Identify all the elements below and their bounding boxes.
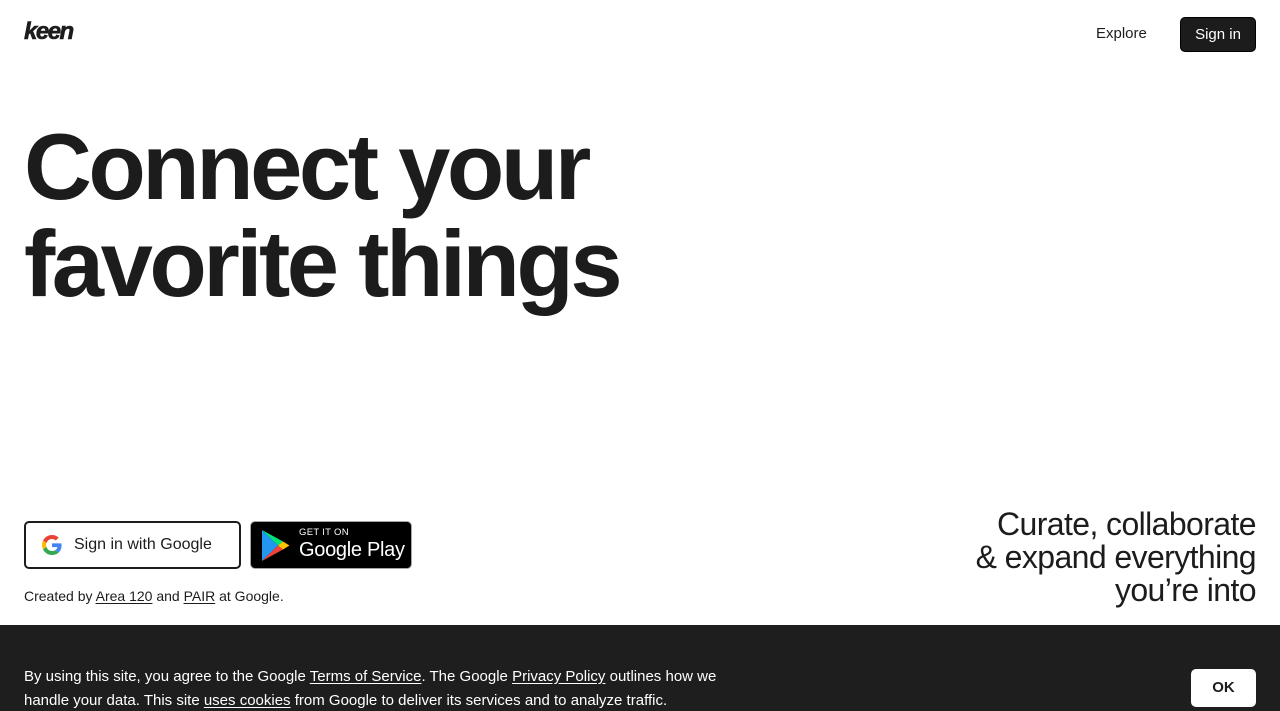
tagline-line-3: you’re into: [1114, 572, 1257, 608]
cookie-text-part-2: . The Google: [421, 668, 508, 685]
credits-suffix: at Google.: [219, 588, 284, 604]
explore-link[interactable]: Explore: [1086, 17, 1157, 51]
cookie-banner: By using this site, you agree to the Goo…: [0, 625, 1280, 711]
area-120-link[interactable]: Area 120: [96, 588, 153, 604]
google-play-badge[interactable]: GET IT ON Google Play: [250, 521, 412, 569]
cookie-notice-text: By using this site, you agree to the Goo…: [24, 665, 744, 711]
keen-logo[interactable]: keen: [24, 18, 75, 45]
google-play-text-big: Google Play: [299, 539, 405, 561]
tagline: Curate, collaborate & expand everything …: [975, 506, 1257, 608]
page: keen Explore Sign in Connect your favori…: [0, 0, 1280, 711]
hero-title-line-1: Connect your: [24, 114, 591, 219]
cookie-text-part-1: By using this site, you agree to the Goo…: [24, 668, 306, 685]
hero-title: Connect your favorite things: [24, 114, 623, 316]
uses-cookies-link[interactable]: uses cookies: [204, 692, 291, 709]
tagline-line-1: Curate, collaborate: [997, 506, 1257, 542]
tagline-line-2: & expand everything: [975, 539, 1257, 575]
google-signin-label: Sign in with Google: [74, 536, 212, 553]
get-it-on-text: GET IT ON: [299, 527, 349, 538]
google-play-icon: [262, 529, 290, 561]
pair-link[interactable]: PAIR: [184, 588, 216, 604]
credits-text: Created by Area 120 and PAIR at Google.: [24, 588, 284, 604]
sign-in-with-google-button[interactable]: Sign in with Google: [24, 521, 241, 569]
cookie-ok-button[interactable]: OK: [1191, 669, 1256, 707]
credits-prefix: Created by: [24, 588, 93, 604]
privacy-policy-link[interactable]: Privacy Policy: [512, 668, 605, 685]
google-play-text: GET IT ON Google Play: [299, 528, 405, 562]
header: keen Explore Sign in: [0, 0, 1280, 70]
google-g-icon: [42, 535, 62, 555]
terms-of-service-link[interactable]: Terms of Service: [310, 668, 422, 685]
hero-title-line-2: favorite things: [24, 211, 623, 316]
credits-middle: and: [156, 588, 180, 604]
sign-in-button[interactable]: Sign in: [1180, 17, 1256, 52]
cookie-text-part-4: from Google to deliver its services and …: [294, 692, 668, 709]
